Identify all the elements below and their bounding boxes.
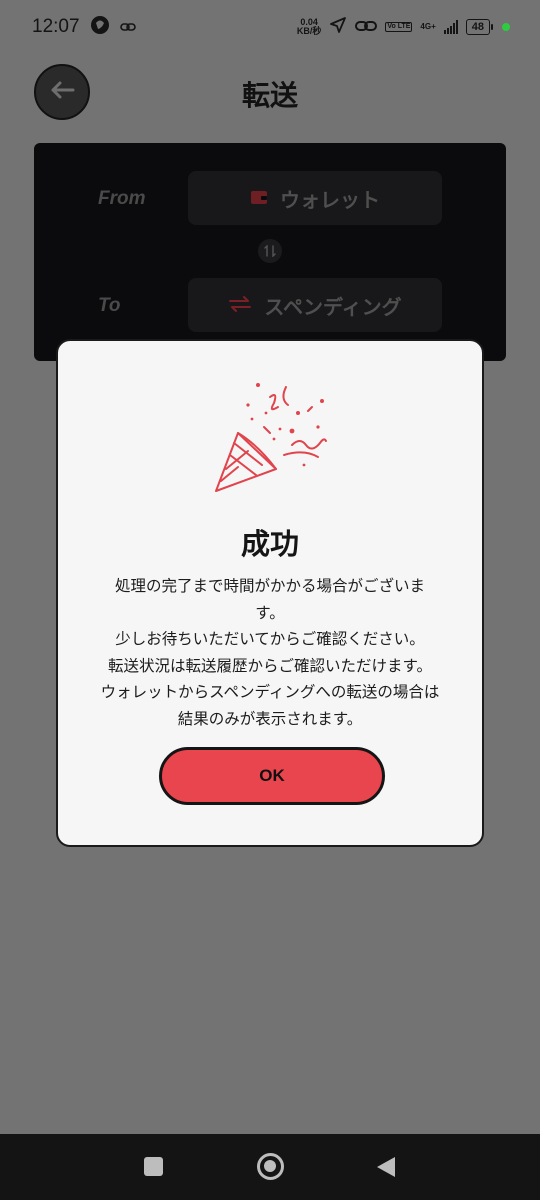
swap-vertical-icon bbox=[264, 242, 276, 261]
party-popper-icon bbox=[208, 379, 338, 503]
message-line: 転送状況は転送履歴からご確認いただけます。 bbox=[108, 656, 432, 675]
location-icon bbox=[329, 16, 347, 38]
page-title: 転送 bbox=[241, 79, 298, 112]
home-button[interactable] bbox=[257, 1153, 284, 1180]
net-speed: 0.04 KB/秒 bbox=[296, 17, 322, 36]
status-left-icons bbox=[90, 15, 136, 39]
ok-button[interactable]: OK bbox=[159, 747, 385, 805]
system-nav-bar bbox=[0, 1134, 540, 1200]
message-line: ウォレットからスペンディングへの転送の場合は bbox=[100, 683, 440, 701]
app-notification-icon bbox=[90, 15, 110, 39]
volte-badge: Vo LTE bbox=[385, 22, 413, 32]
status-bar: 12:07 0.04 KB/秒 Vo LTE 4G+ 48 bbox=[0, 0, 540, 54]
transfer-card: From ウォレット To スペンディング bbox=[34, 143, 506, 361]
status-right: 0.04 KB/秒 Vo LTE 4G+ 48 bbox=[297, 16, 510, 38]
signal-icon bbox=[443, 20, 458, 34]
recents-button[interactable] bbox=[144, 1157, 163, 1176]
hotspot-link-icon bbox=[355, 18, 378, 37]
message-line: す。 bbox=[255, 603, 285, 622]
wallet-icon bbox=[250, 186, 268, 210]
message-line: 処理の完了まで時間がかかる場合がございま bbox=[114, 577, 425, 595]
link-icon bbox=[119, 18, 136, 37]
status-time: 12:07 bbox=[32, 16, 80, 37]
message-line: 少しお待ちいただいてからご確認ください。 bbox=[115, 630, 425, 648]
privacy-dot-icon bbox=[502, 23, 510, 31]
to-spending-selector[interactable]: スペンディング bbox=[188, 278, 442, 332]
transfer-arrows-icon bbox=[228, 293, 252, 317]
message-line: 結果のみが表示されます。 bbox=[177, 709, 363, 728]
battery-icon: 48 bbox=[465, 19, 494, 35]
nav-back-button[interactable] bbox=[376, 1156, 396, 1182]
to-value: スペンディング bbox=[264, 294, 402, 319]
network-type: 4G+ bbox=[420, 22, 436, 31]
dialog-title: 成功 bbox=[240, 527, 299, 561]
from-wallet-selector[interactable]: ウォレット bbox=[188, 171, 442, 225]
dialog-message: 処理の完了まで時間がかかる場合がございま す。 少しお待ちいただいてからご確認く… bbox=[84, 573, 456, 732]
success-dialog: 成功 処理の完了まで時間がかかる場合がございま す。 少しお待ちいただいてからご… bbox=[56, 339, 484, 847]
swap-direction-button[interactable] bbox=[258, 239, 282, 263]
from-value: ウォレット bbox=[280, 187, 380, 212]
from-label: From bbox=[98, 188, 146, 209]
to-label: To bbox=[98, 295, 121, 316]
